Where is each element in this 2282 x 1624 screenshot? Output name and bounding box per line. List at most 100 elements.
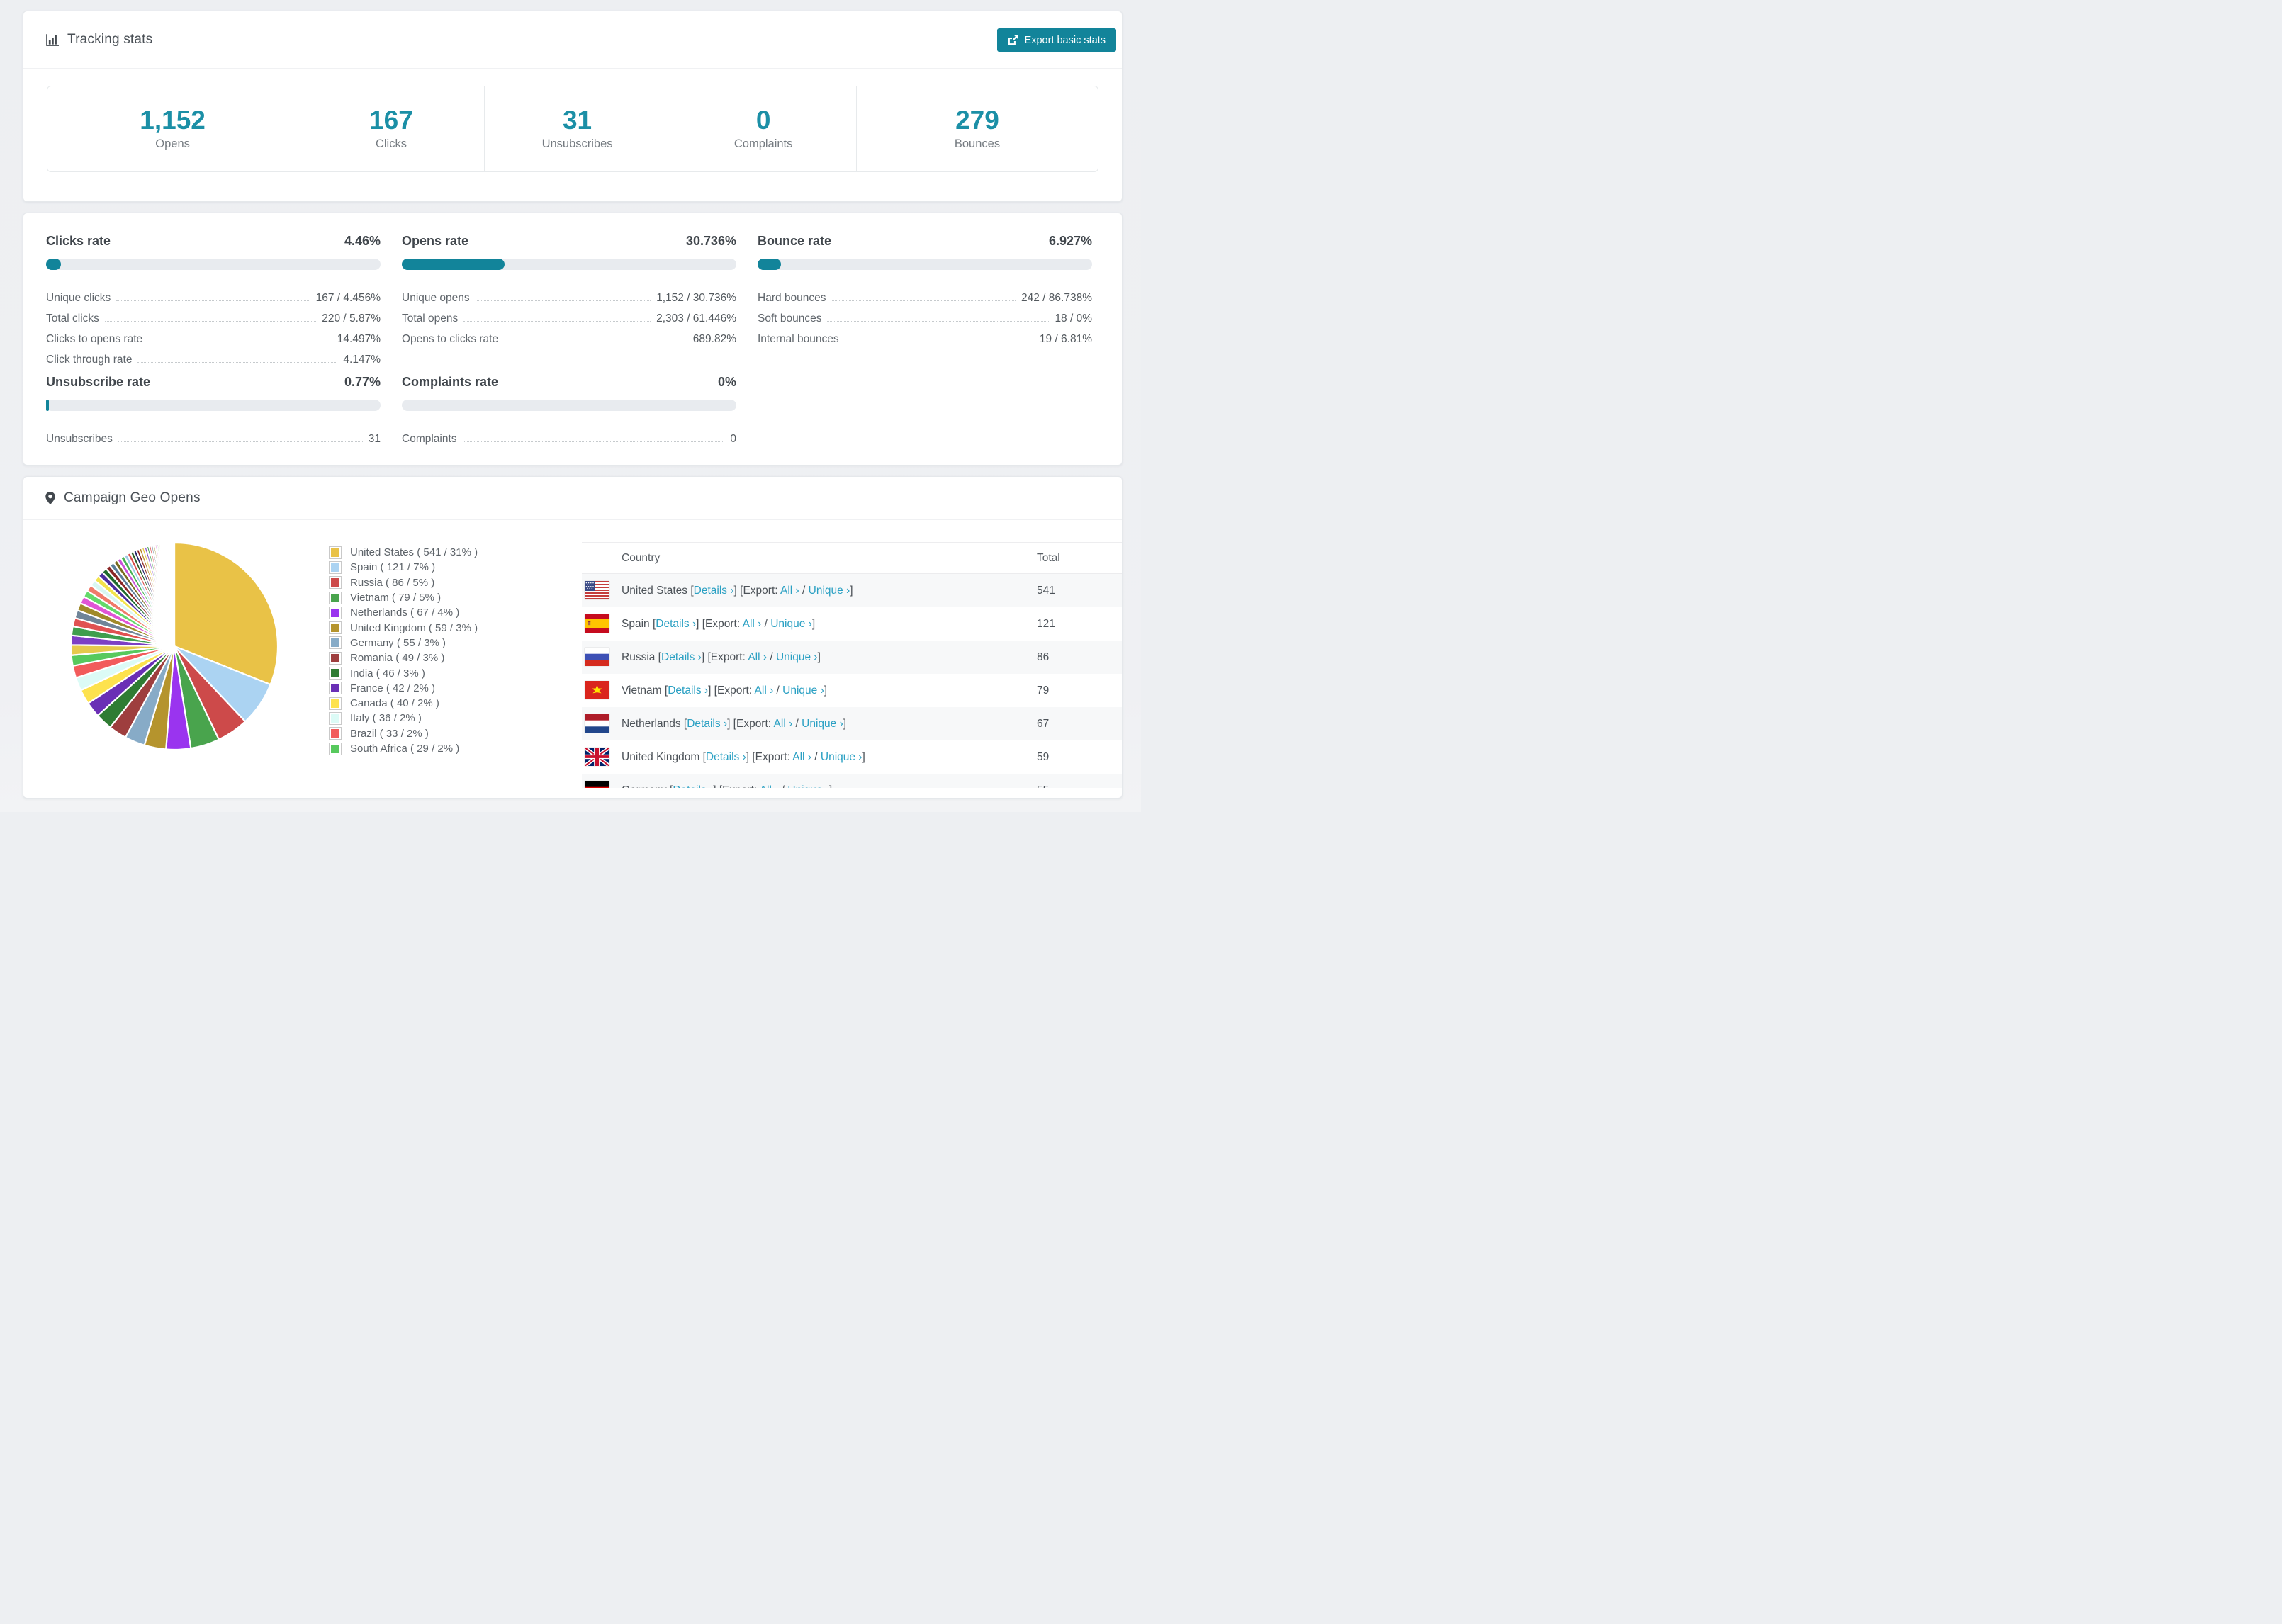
rate-title-row: Unsubscribe rate 0.77% xyxy=(46,373,381,390)
bracket-text: ] xyxy=(829,784,832,789)
separator-text: / xyxy=(792,717,802,730)
details-link[interactable]: Details › xyxy=(687,718,727,730)
export-all-link[interactable]: All › xyxy=(748,651,767,663)
stat-row-value: 242 / 86.738% xyxy=(1021,292,1092,304)
rate-title: Bounce rate xyxy=(758,234,832,248)
stat-label-opens: Opens xyxy=(155,137,190,150)
rates-card: Clicks rate 4.46% Unique clicks 167 / 4.456… xyxy=(23,213,1123,466)
stat-row-value: 19 / 6.81% xyxy=(1039,333,1092,345)
country-name: Netherlands [ xyxy=(622,717,687,730)
dotted-leader xyxy=(116,300,310,301)
stat-row-label: Complaints xyxy=(402,433,457,445)
stat-row-value: 14.497% xyxy=(337,333,381,345)
rate-title-row: Complaints rate 0% xyxy=(402,373,736,390)
country-cell: Spain [Details ›] [Export: All › / Uniqu… xyxy=(582,618,815,631)
stat-value-clicks: 167 xyxy=(369,106,413,135)
stat-label-complaints: Complaints xyxy=(734,137,793,150)
export-unique-link[interactable]: Unique › xyxy=(776,651,818,663)
stat-row-label: Total opens xyxy=(402,312,459,325)
legend-item-united-states: United States ( 541 / 31% ) xyxy=(330,545,478,560)
legend-swatch xyxy=(330,728,341,740)
stat-row: Unique clicks 167 / 4.456% xyxy=(46,286,381,306)
details-link[interactable]: Details › xyxy=(661,651,702,663)
legend-swatch xyxy=(330,546,341,558)
details-link[interactable]: Details › xyxy=(694,585,734,597)
stat-row-label: Unique clicks xyxy=(46,292,111,304)
separator-text: / xyxy=(773,684,783,697)
legend-item-italy: Italy ( 36 / 2% ) xyxy=(330,711,478,726)
rate-title: Opens rate xyxy=(402,234,469,248)
stat-label-unsubscribes: Unsubscribes xyxy=(541,137,613,150)
stat-row-label: Click through rate xyxy=(46,354,133,366)
export-all-link[interactable]: All › xyxy=(760,784,779,789)
export-unique-link[interactable]: Unique › xyxy=(809,585,850,597)
stat-row-label: Internal bounces xyxy=(758,333,839,345)
rate-title: Clicks rate xyxy=(46,234,111,248)
export-unique-link[interactable]: Unique › xyxy=(802,718,843,730)
flag-icon-ru xyxy=(585,648,609,666)
country-cell: Vietnam [Details ›] [Export: All › / Uni… xyxy=(582,684,827,697)
geo-title: Campaign Geo Opens xyxy=(64,490,201,505)
stat-label-bounces: Bounces xyxy=(954,137,1001,150)
stat-row-label: Opens to clicks rate xyxy=(402,333,499,345)
rate-title: Complaints rate xyxy=(402,375,499,389)
export-all-link[interactable]: All › xyxy=(792,751,811,763)
bracket-text: ] xyxy=(843,717,847,730)
legend-swatch xyxy=(330,743,341,755)
export-unique-link[interactable]: Unique › xyxy=(770,618,812,630)
legend-label: United Kingdom ( 59 / 3% ) xyxy=(350,621,478,634)
bracket-text: ] xyxy=(817,650,821,663)
bracket-text: ] xyxy=(811,617,816,630)
separator-text: / xyxy=(778,784,787,789)
table-row-russia: Russia [Details ›] [Export: All › / Uniq… xyxy=(582,641,1122,674)
rate-title-row: Clicks rate 4.46% xyxy=(46,232,381,249)
bracket-text: ] [Export: xyxy=(696,617,743,630)
total-value: 67 xyxy=(1037,717,1050,730)
stat-row: Total clicks 220 / 5.87% xyxy=(46,306,381,327)
stat-row-value: 689.82% xyxy=(692,333,736,345)
legend-item-vietnam: Vietnam ( 79 / 5% ) xyxy=(330,590,478,605)
legend-item-russia: Russia ( 86 / 5% ) xyxy=(330,575,478,590)
bar-chart-icon xyxy=(45,33,59,47)
total-value: 59 xyxy=(1037,750,1050,763)
stat-value-bounces: 279 xyxy=(955,106,999,135)
legend-swatch xyxy=(330,577,341,589)
details-link[interactable]: Details › xyxy=(673,784,713,789)
export-all-link[interactable]: All › xyxy=(774,718,793,730)
stat-row-label: Unsubscribes xyxy=(46,433,113,445)
country-cell: Netherlands [Details ›] [Export: All › /… xyxy=(582,718,846,731)
details-link[interactable]: Details › xyxy=(668,684,708,697)
table-row-united-states: United States [Details ›] [Export: All ›… xyxy=(582,574,1122,607)
country-name: Germany [ xyxy=(622,784,673,789)
progress-fill xyxy=(402,259,505,270)
flag-icon-nl xyxy=(585,714,609,733)
export-button-label: Export basic stats xyxy=(1024,34,1106,46)
details-link[interactable]: Details › xyxy=(656,618,696,630)
export-all-link[interactable]: All › xyxy=(743,618,762,630)
stat-row: Unsubscribes 31 xyxy=(46,427,381,447)
export-all-link[interactable]: All › xyxy=(780,585,799,597)
export-all-link[interactable]: All › xyxy=(755,684,774,697)
export-unique-link[interactable]: Unique › xyxy=(782,684,824,697)
export-basic-stats-button[interactable]: Export basic stats xyxy=(996,28,1116,52)
legend-label: Spain ( 121 / 7% ) xyxy=(350,561,436,574)
legend-item-south-africa: South Africa ( 29 / 2% ) xyxy=(330,741,478,756)
export-unique-link[interactable]: Unique › xyxy=(821,751,862,763)
separator-text: / xyxy=(811,750,821,763)
export-unique-link[interactable]: Unique › xyxy=(787,784,829,789)
rate-block-bounce-rate: Bounce rate 6.927% Hard bounces 242 / 86.73… xyxy=(758,232,1092,368)
legend-label: South Africa ( 29 / 2% ) xyxy=(350,743,460,755)
geo-table-header-row: Country Total xyxy=(582,543,1122,574)
geo-table-body: United States [Details ›] [Export: All ›… xyxy=(582,574,1122,789)
stat-value-complaints: 0 xyxy=(755,106,771,135)
stat-row-value: 167 / 4.456% xyxy=(315,292,381,304)
bracket-text: ] xyxy=(824,684,828,697)
pie-legend: United States ( 541 / 31% ) Spain ( 121 /… xyxy=(330,545,478,756)
details-link[interactable]: Details › xyxy=(706,751,746,763)
legend-item-india: India ( 46 / 3% ) xyxy=(330,665,478,680)
summary-cell-clicks: 167 Clicks xyxy=(298,86,484,171)
country-cell: Russia [Details ›] [Export: All › / Uniq… xyxy=(582,651,821,664)
country-name: Spain [ xyxy=(622,617,656,630)
stat-row-value: 2,303 / 61.446% xyxy=(656,312,736,325)
total-value: 121 xyxy=(1037,617,1055,630)
